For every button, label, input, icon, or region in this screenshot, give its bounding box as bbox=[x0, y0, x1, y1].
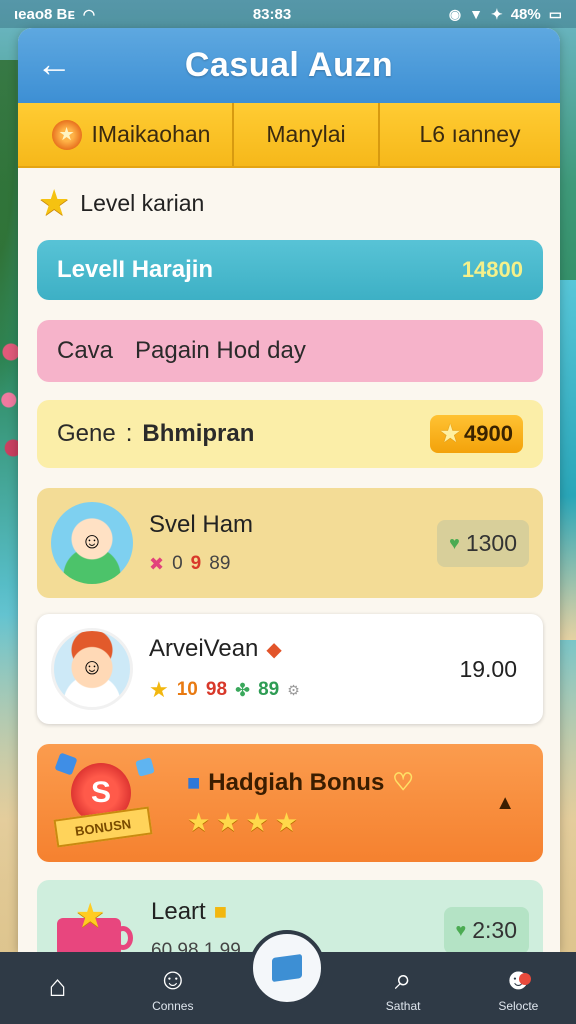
face-icon: ☺ bbox=[80, 528, 104, 554]
list-item-sub: ★ 10 98 ✤ 89 ⚙ bbox=[149, 677, 459, 703]
stat-c: 89 bbox=[209, 553, 231, 574]
gear-icon: ⚙ bbox=[287, 681, 300, 698]
yellow-row-right: Bhmipran bbox=[142, 420, 255, 447]
face-icon: ☺ bbox=[80, 654, 104, 680]
list-item-value: 1300 bbox=[465, 529, 517, 556]
battery-icon: ▭ bbox=[548, 5, 562, 22]
yellow-row-value: 4900 bbox=[464, 421, 513, 446]
status-bar: ιeao8 Bᴇ ◠ 83:83 ◉ ▼ ✦ 48% ▭ bbox=[0, 0, 576, 28]
yellow-row-sep: : bbox=[125, 420, 133, 447]
gem-icon bbox=[135, 757, 155, 777]
nav-label: Sathat bbox=[385, 999, 421, 1013]
level-bar[interactable]: LevelI Harajin 14800 bbox=[37, 240, 543, 300]
bonus-title-row: ■ Hadgiah Bonus ♡ bbox=[187, 768, 495, 797]
level-heading: ★ Level karian bbox=[18, 168, 560, 238]
list-item[interactable]: ☺ ArveiVean ◆ ★ 10 98 ✤ 89 ⚙ 19.00 bbox=[37, 614, 543, 724]
badge-icon: ◆ bbox=[266, 638, 282, 661]
bonus-stars: ★★★★ bbox=[187, 807, 305, 837]
level-label: Level karian bbox=[80, 189, 205, 216]
heart-icon: ♥ bbox=[449, 532, 460, 553]
heart-icon: ✖ bbox=[149, 553, 165, 574]
yellow-row[interactable]: Gene : Bhmipran ★ 4900 bbox=[37, 400, 543, 468]
list-item-title: Svel Ham bbox=[149, 511, 254, 538]
list-item-value: 19.00 bbox=[459, 655, 517, 682]
gem-icon: ■ bbox=[187, 769, 201, 795]
list-item[interactable]: ☺ Svel Ham ✖ 0 9 89 ♥ 1300 bbox=[37, 488, 543, 598]
yellow-row-left: Gene bbox=[57, 420, 116, 447]
level-bar-value: 14800 bbox=[461, 257, 523, 282]
medal-icon: ★ bbox=[51, 119, 82, 150]
message-icon bbox=[272, 953, 302, 983]
stat-b: 98 bbox=[205, 679, 228, 700]
bluetooth-icon: ✦ bbox=[490, 5, 503, 22]
pink-row[interactable]: Cava Pagain Hod day bbox=[37, 320, 543, 382]
tab-label: IMaikaohan bbox=[91, 121, 211, 147]
stat-b: 9 bbox=[190, 553, 202, 574]
battery-percent: 48% bbox=[510, 5, 541, 23]
nav-search[interactable]: ⌕ Sathat bbox=[358, 963, 448, 1013]
pink-row-left: Cava bbox=[57, 337, 114, 364]
heart-icon: ♡ bbox=[392, 769, 414, 796]
level-bar-label: LevelI Harajin bbox=[57, 256, 214, 283]
avatar: ☺ bbox=[51, 628, 133, 710]
chevron-up-icon[interactable]: ▲ bbox=[495, 792, 529, 815]
tab-label: Manylai bbox=[266, 121, 346, 147]
app-card: ← Casual Auzn ★ IMaikaohan Manylai L6 ıa… bbox=[18, 28, 560, 952]
bonus-badge: S BONUSN bbox=[51, 752, 171, 853]
home-icon: ⌂ bbox=[48, 970, 67, 1003]
bottom-nav: ⌂ ☺ Connes ⌕ Sathat ☻ Selocte bbox=[0, 930, 576, 1024]
trophy-cup-icon: ★ bbox=[51, 890, 135, 952]
nav-connes[interactable]: ☺ Connes bbox=[128, 963, 218, 1013]
person-icon: ☺ bbox=[157, 963, 189, 996]
list-item-title: Leart bbox=[151, 898, 206, 925]
stat-a: 0 bbox=[172, 553, 183, 574]
search-icon: ⌕ bbox=[394, 963, 412, 996]
star-icon: ★ bbox=[38, 182, 71, 223]
bonus-ribbon: BONUSN bbox=[53, 806, 153, 848]
list-item-value-box: ♥ 2:30 bbox=[443, 906, 529, 952]
status-time: 83:83 bbox=[252, 5, 292, 23]
status-carrier: ιeao8 Bᴇ bbox=[14, 5, 75, 23]
nav-home[interactable]: ⌂ bbox=[13, 970, 103, 1006]
star-icon: ★ bbox=[440, 421, 461, 446]
bonus-card[interactable]: S BONUSN ■ Hadgiah Bonus ♡ ★★★★ ▲ bbox=[37, 744, 543, 862]
nav-label: Connes bbox=[152, 999, 194, 1013]
signal-icon: ▼ bbox=[469, 6, 483, 22]
gem-icon bbox=[54, 752, 78, 776]
leaf-icon: ✤ bbox=[235, 679, 251, 700]
list-item-title-row: ArveiVean ◆ bbox=[149, 635, 459, 663]
coin-icon: ■ bbox=[213, 899, 227, 924]
bonus-title: Hadgiah Bonus bbox=[208, 768, 385, 796]
nav-center-button[interactable] bbox=[249, 930, 325, 1006]
back-button[interactable]: ← bbox=[34, 46, 74, 86]
alarm-icon: ◉ bbox=[448, 5, 462, 22]
tab-bar: ★ IMaikaohan Manylai L6 ıanney bbox=[18, 103, 560, 168]
tab-3[interactable]: L6 ıanney bbox=[380, 103, 560, 166]
list-item-title: ArveiVean bbox=[149, 635, 259, 662]
nav-profile[interactable]: ☻ Selocte bbox=[473, 963, 563, 1013]
list-item-value: 2:30 bbox=[472, 916, 517, 943]
heart-icon: ♥ bbox=[455, 919, 467, 940]
stat-a: 10 bbox=[176, 679, 198, 700]
pink-row-right: Pagain Hod day bbox=[135, 337, 306, 364]
list-item-sub: ✖ 0 9 89 bbox=[149, 553, 437, 575]
list-item-title-row: Leart ■ bbox=[151, 898, 444, 926]
list-item-value-box: ♥ 1300 bbox=[437, 519, 529, 567]
back-arrow-icon: ← bbox=[36, 43, 72, 84]
nav-label: Selocte bbox=[498, 999, 539, 1013]
wifi-icon: ◠ bbox=[82, 5, 96, 22]
app-header: ← Casual Auzn bbox=[18, 28, 560, 103]
page-title: Casual Auzn bbox=[184, 46, 394, 84]
stat-c: 89 bbox=[258, 679, 280, 700]
star-icon: ★ bbox=[149, 677, 169, 702]
tab-1[interactable]: ★ IMaikaohan bbox=[18, 103, 234, 166]
tab-2[interactable]: Manylai bbox=[234, 103, 380, 166]
avatar: ☺ bbox=[51, 502, 133, 584]
yellow-row-value-pill: ★ 4900 bbox=[430, 415, 523, 453]
tab-label: L6 ıanney bbox=[419, 121, 521, 147]
